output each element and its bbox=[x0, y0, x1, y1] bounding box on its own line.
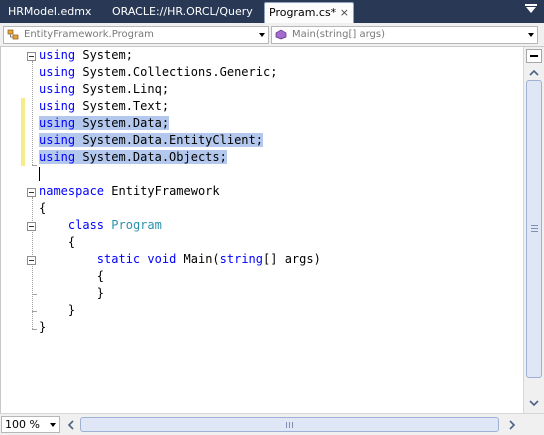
chevron-down-icon bbox=[50, 423, 56, 427]
code-line-rest: System.Data.EntityClient; bbox=[82, 133, 263, 147]
code-line-rest: Main( bbox=[183, 252, 220, 266]
scrollbar-corner bbox=[523, 414, 544, 435]
code-line-rest: { bbox=[39, 201, 47, 215]
scroll-right-icon[interactable] bbox=[505, 418, 519, 432]
code-line-rest: } bbox=[39, 303, 76, 317]
code-line-rest: System.Data; bbox=[82, 116, 170, 130]
grip-icon bbox=[292, 422, 293, 428]
tab-hrmodel-edmx[interactable]: HRModel.edmx bbox=[2, 2, 97, 23]
code-line-selected: using System.Data; bbox=[39, 116, 170, 130]
code-line: { bbox=[39, 234, 75, 251]
outline-guide bbox=[32, 61, 33, 165]
zoom-dropdown[interactable]: 100 % bbox=[1, 416, 60, 433]
code-line-rest: System.Data.Objects; bbox=[82, 150, 227, 164]
type-dropdown[interactable]: EntityFramework.Program bbox=[3, 26, 269, 44]
code-line-rest: System; bbox=[82, 48, 133, 62]
code-line-selected: using System.Data.EntityClient; bbox=[39, 133, 263, 147]
tab-overflow-bar-icon bbox=[525, 4, 537, 6]
tab-oracle-query[interactable]: ORACLE://HR.ORCL/Query bbox=[106, 2, 259, 23]
collapse-class-icon[interactable] bbox=[27, 222, 36, 231]
horizontal-scroll-thumb[interactable] bbox=[80, 417, 499, 432]
code-line-rest: Program bbox=[111, 218, 162, 232]
tab-overflow-dropdown-icon[interactable] bbox=[526, 7, 536, 13]
outline-guide-end bbox=[32, 311, 37, 312]
grip-icon bbox=[286, 422, 287, 428]
scroll-up-icon[interactable] bbox=[527, 67, 541, 79]
tab-program-cs[interactable]: Program.cs* × bbox=[264, 2, 354, 23]
code-line-rest: [] args) bbox=[263, 252, 321, 266]
code-line-rest: { bbox=[39, 235, 76, 249]
code-line: using System; bbox=[39, 48, 133, 62]
window-splitter-icon[interactable] bbox=[526, 49, 542, 63]
code-line-rest: EntityFramework bbox=[111, 184, 220, 198]
code-line: } bbox=[39, 302, 75, 319]
code-line: { bbox=[39, 268, 104, 285]
collapse-usings-icon[interactable] bbox=[27, 52, 36, 61]
method-icon bbox=[275, 29, 287, 40]
outline-guide-end bbox=[32, 329, 37, 330]
scroll-down-icon[interactable] bbox=[527, 397, 541, 409]
code-line-rest: System.Linq; bbox=[82, 82, 170, 96]
editor-bottom-bar: 100 % bbox=[0, 413, 544, 435]
grip-icon bbox=[531, 225, 538, 226]
collapse-method-icon[interactable] bbox=[27, 256, 36, 265]
code-line: using System.Text; bbox=[39, 99, 170, 113]
changed-lines-marker bbox=[21, 98, 25, 166]
code-line-rest: { bbox=[39, 269, 105, 283]
close-icon[interactable]: × bbox=[340, 3, 349, 22]
grip-icon bbox=[289, 422, 290, 428]
class-icon bbox=[7, 29, 19, 40]
tab-program-cs-label: Program.cs* bbox=[269, 6, 337, 19]
code-line: } bbox=[39, 319, 46, 336]
grip-icon bbox=[531, 231, 538, 232]
outline-guide-end bbox=[32, 165, 37, 166]
code-line: namespace EntityFramework bbox=[39, 184, 220, 198]
document-tab-strip: HRModel.edmx ORACLE://HR.ORCL/Query Prog… bbox=[0, 0, 544, 23]
code-line: } bbox=[39, 285, 104, 302]
code-line: class Program bbox=[67, 218, 162, 232]
grip-icon bbox=[531, 228, 538, 229]
text-caret bbox=[39, 167, 40, 181]
type-dropdown-value: EntityFramework.Program bbox=[24, 29, 154, 40]
chevron-down-icon bbox=[259, 33, 265, 37]
code-line-selected: using System.Data.Objects; bbox=[39, 150, 227, 164]
code-editor[interactable]: using System; using System.Collections.G… bbox=[0, 47, 523, 413]
code-line-rest: } bbox=[39, 286, 105, 300]
navigation-bar: EntityFramework.Program Main(string[] ar… bbox=[0, 23, 544, 47]
member-dropdown-value: Main(string[] args) bbox=[292, 29, 385, 40]
code-line: using System.Collections.Generic; bbox=[39, 65, 278, 79]
code-line: { bbox=[39, 200, 46, 217]
vertical-scrollbar[interactable] bbox=[523, 47, 544, 413]
outline-guide-end bbox=[32, 294, 37, 295]
chevron-down-icon bbox=[528, 33, 534, 37]
code-line-rest: } bbox=[39, 320, 47, 334]
code-line: using System.Linq; bbox=[39, 82, 170, 96]
scroll-left-icon[interactable] bbox=[64, 418, 78, 432]
member-dropdown[interactable]: Main(string[] args) bbox=[271, 26, 538, 44]
code-line-rest: System.Collections.Generic; bbox=[82, 65, 278, 79]
code-line: static void Main(string[] args) bbox=[96, 252, 321, 266]
collapse-namespace-icon[interactable] bbox=[27, 188, 36, 197]
code-line-rest: System.Text; bbox=[82, 99, 170, 113]
vertical-scroll-thumb[interactable] bbox=[526, 80, 542, 378]
zoom-value: 100 % bbox=[5, 418, 40, 431]
